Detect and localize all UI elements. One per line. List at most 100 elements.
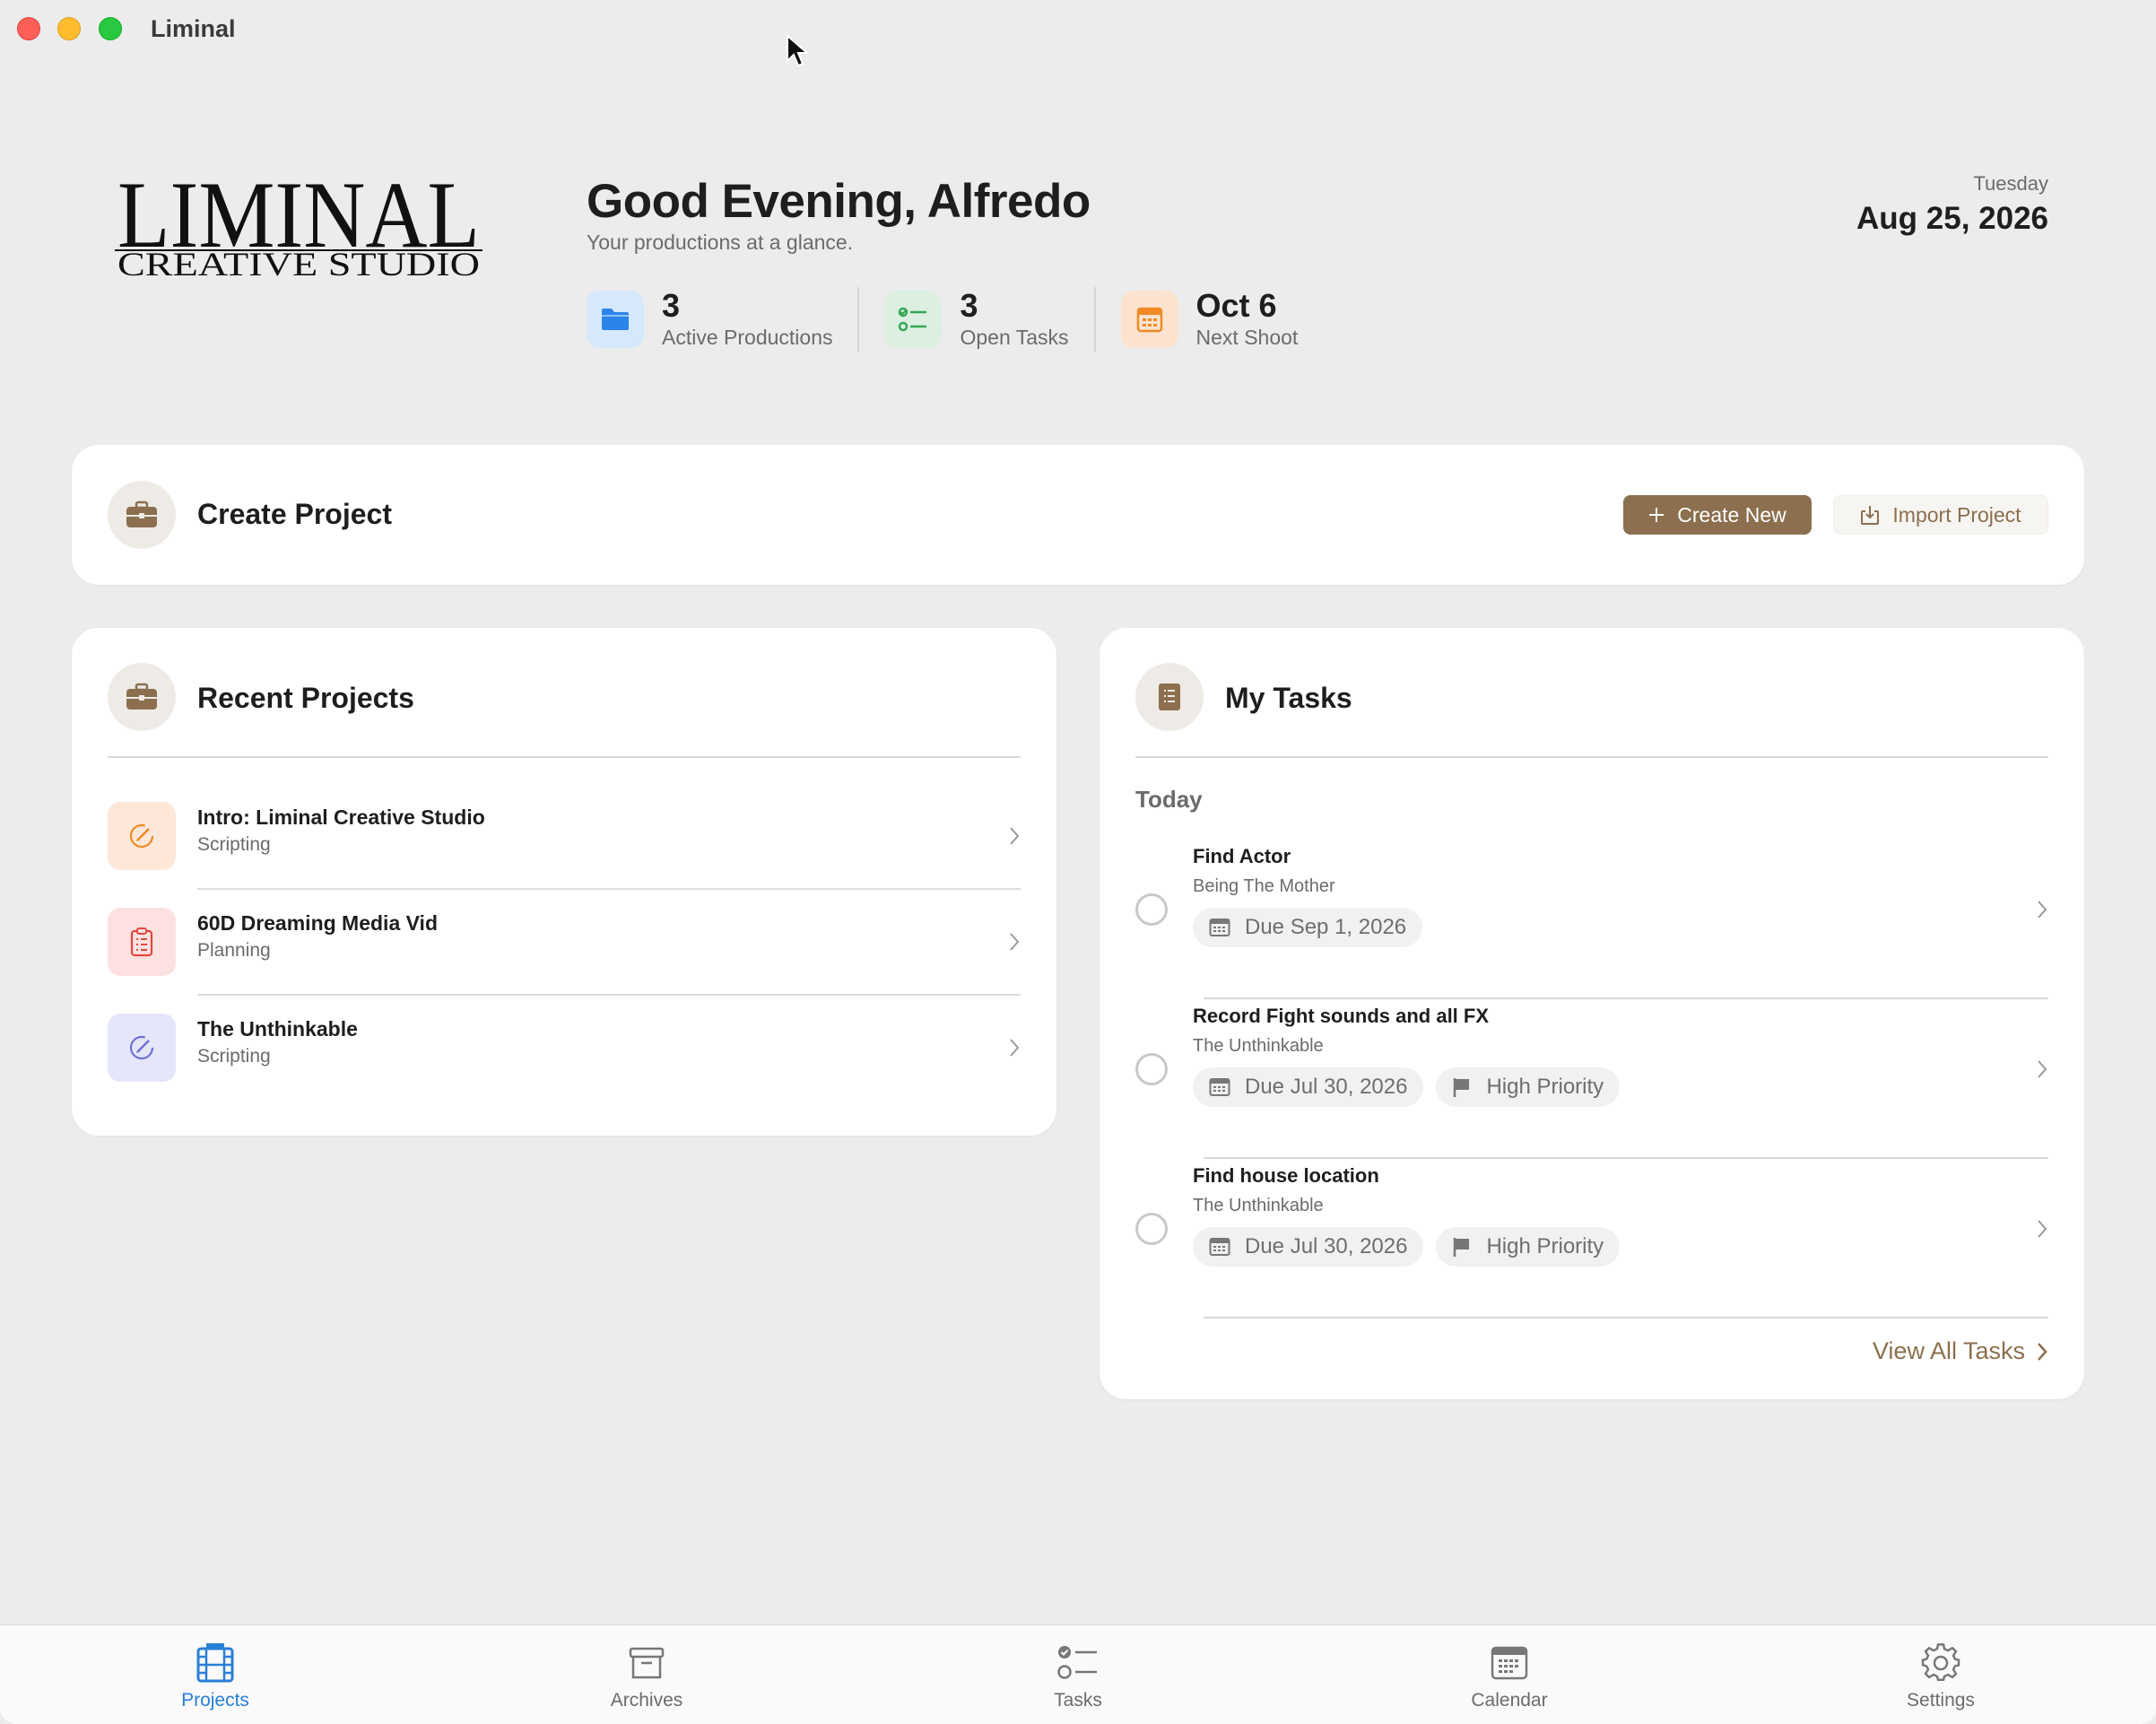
tab-archives[interactable]: Archives (575, 1640, 718, 1711)
due-date-badge: Due Jul 30, 2026 (1193, 1227, 1424, 1267)
task-project: The Unthinkable (1193, 1036, 1324, 1056)
divider (108, 756, 1021, 758)
zoom-window-button[interactable] (99, 17, 122, 40)
checklist-icon (1057, 1640, 1099, 1686)
calendar-icon (1209, 1238, 1230, 1256)
task-complete-checkbox[interactable] (1135, 1213, 1168, 1245)
plus-icon (1649, 508, 1665, 522)
calendar-icon (1209, 919, 1230, 936)
tab-calendar[interactable]: Calendar (1438, 1640, 1581, 1711)
priority-badge: High Priority (1436, 1227, 1621, 1267)
create-project-card: Create Project Create New Import Project (72, 445, 2084, 585)
due-date-badge: Due Sep 1, 2026 (1193, 908, 1423, 947)
task-row[interactable]: Record Fight sounds and all FX The Unthi… (1135, 999, 2048, 1159)
notebook-icon (1135, 663, 1204, 731)
project-name: The Unthinkable (197, 1017, 358, 1040)
tab-label: Calendar (1471, 1690, 1548, 1711)
date-weekday: Tuesday (1973, 172, 2048, 195)
priority-text: High Priority (1486, 1234, 1604, 1258)
my-tasks-title: My Tasks (1225, 682, 1352, 714)
stat-label: Active Productions (662, 326, 833, 349)
mouse-cursor-icon (787, 34, 809, 67)
project-status: Scripting (197, 1046, 271, 1067)
chevron-right-icon (2038, 1220, 2047, 1238)
greeting-subtitle: Your productions at a glance. (587, 231, 854, 254)
stat-next-shoot: Oct 6 Next Shoot (1120, 287, 1298, 352)
project-row[interactable]: 60D Dreaming Media Vid Planning (108, 890, 1021, 996)
title-bar: Liminal (0, 0, 2156, 67)
import-icon (1861, 506, 1880, 525)
tab-tasks[interactable]: Tasks (1006, 1640, 1150, 1711)
chevron-right-icon (1010, 1039, 1020, 1057)
stat-divider (857, 287, 860, 352)
minimize-window-button[interactable] (57, 17, 81, 40)
project-row[interactable]: Intro: Liminal Creative Studio Scripting (108, 784, 1021, 890)
stat-value: 3 (662, 287, 681, 324)
due-date-text: Due Sep 1, 2026 (1245, 915, 1407, 939)
divider (1204, 1317, 2048, 1319)
greeting-heading: Good Evening, Alfredo (587, 175, 1091, 228)
create-new-button[interactable]: Create New (1623, 495, 1812, 535)
calendar-icon (1120, 291, 1178, 348)
date-full: Aug 25, 2026 (1856, 201, 2048, 236)
recent-projects-title: Recent Projects (197, 682, 414, 714)
create-new-label: Create New (1677, 502, 1787, 527)
chevron-right-icon (1010, 933, 1020, 951)
stat-label: Open Tasks (960, 326, 1069, 349)
task-complete-checkbox[interactable] (1135, 893, 1168, 926)
task-name: Record Fight sounds and all FX (1193, 1005, 1490, 1027)
import-project-label: Import Project (1892, 502, 2021, 527)
tab-label: Settings (1907, 1690, 1975, 1711)
project-name: 60D Dreaming Media Vid (197, 911, 438, 935)
due-date-text: Due Jul 30, 2026 (1245, 1075, 1408, 1099)
briefcase-icon (108, 663, 176, 731)
chevron-right-icon (2038, 901, 2047, 919)
studio-logo: LIMINAL CREATIVE STUDIO (115, 166, 482, 283)
briefcase-icon (108, 481, 176, 549)
chevron-right-icon (2038, 1060, 2047, 1078)
stat-value: 3 (960, 287, 978, 324)
task-project: The Unthinkable (1193, 1196, 1324, 1215)
film-icon (196, 1640, 235, 1686)
tab-label: Archives (610, 1690, 683, 1711)
project-name: Intro: Liminal Creative Studio (197, 805, 485, 829)
divider (1135, 756, 2048, 758)
task-row[interactable]: Find Actor Being The Mother Due Sep 1, 2… (1135, 840, 2048, 999)
chevron-right-icon (2038, 1342, 2047, 1361)
pencil-circle-icon (108, 802, 176, 870)
project-row[interactable]: The Unthinkable Scripting (108, 996, 1021, 1101)
close-window-button[interactable] (17, 17, 40, 40)
task-row[interactable]: Find house location The Unthinkable Due … (1135, 1159, 2048, 1319)
priority-text: High Priority (1486, 1075, 1604, 1099)
flag-icon (1454, 1078, 1470, 1097)
svg-text:CREATIVE STUDIO: CREATIVE STUDIO (117, 247, 480, 283)
tab-projects[interactable]: Projects (143, 1640, 287, 1711)
tab-settings[interactable]: Settings (1869, 1640, 2013, 1711)
app-window: Liminal LIMINAL CREATIVE STUDIO Good Eve… (0, 0, 2156, 1724)
section-today: Today (1135, 786, 1203, 813)
priority-badge: High Priority (1436, 1067, 1621, 1107)
tab-label: Projects (181, 1690, 249, 1711)
view-all-tasks-link[interactable]: View All Tasks (1873, 1337, 2048, 1365)
create-project-title: Create Project (197, 498, 392, 530)
task-complete-checkbox[interactable] (1135, 1053, 1168, 1085)
task-project: Being The Mother (1193, 876, 1335, 896)
stat-divider (1093, 287, 1096, 352)
project-status: Planning (197, 940, 271, 961)
calendar-icon (1491, 1640, 1528, 1686)
task-name: Find house location (1193, 1164, 1379, 1187)
my-tasks-card: My Tasks Today Find Actor Being The Moth… (1100, 628, 2084, 1399)
window-title: Liminal (151, 15, 236, 42)
current-date: Tuesday Aug 25, 2026 (1856, 172, 2048, 237)
folder-icon (587, 291, 644, 348)
task-name: Find Actor (1193, 845, 1291, 867)
import-project-button[interactable]: Import Project (1833, 495, 2048, 535)
tab-label: Tasks (1054, 1690, 1102, 1711)
pencil-circle-icon (108, 1014, 176, 1082)
due-date-badge: Due Jul 30, 2026 (1193, 1067, 1424, 1107)
clipboard-icon (108, 908, 176, 976)
view-all-tasks-label: View All Tasks (1872, 1337, 2025, 1364)
project-status: Scripting (197, 834, 271, 855)
calendar-icon (1209, 1078, 1230, 1096)
due-date-text: Due Jul 30, 2026 (1245, 1234, 1408, 1258)
